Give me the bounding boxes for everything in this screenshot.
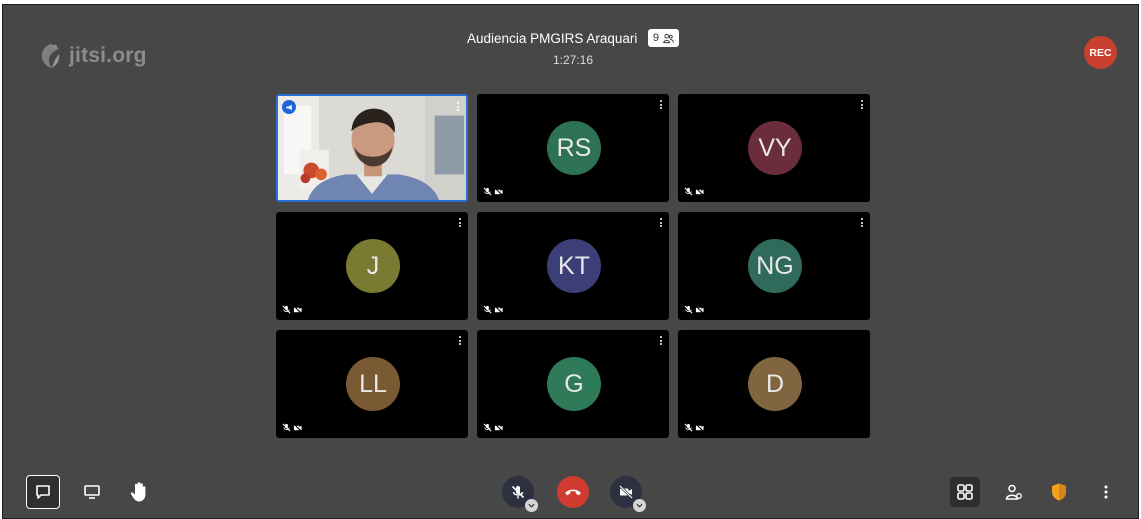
avatar: J [346,239,400,293]
microphone-muted-icon [684,423,693,432]
more-options-button[interactable] [1093,479,1119,505]
hangup-icon [565,489,581,496]
camera-toggle-button[interactable] [610,476,646,512]
dominant-speaker-badge [282,100,296,114]
tile-status [684,187,704,196]
tile-menu-icon[interactable] [459,336,462,347]
microphone-muted-icon [282,423,291,432]
microphone-muted-icon [483,187,492,196]
raise-hand-button[interactable] [125,478,153,506]
video-tile[interactable]: J [276,212,468,320]
screen-share-icon [84,485,100,499]
tile-view-button[interactable] [950,477,980,507]
camera-off-icon [293,423,302,432]
participant-count: 9 [652,32,659,44]
tile-menu-icon[interactable] [660,100,663,111]
tile-view-icon [957,484,973,500]
chat-button[interactable] [26,475,60,509]
camera-off-icon [695,305,704,314]
camera-off-icon [293,305,302,314]
camera-off-icon [494,423,503,432]
video-tile[interactable]: RS [477,94,669,202]
tile-menu-icon[interactable] [660,336,663,347]
tile-status [684,423,704,432]
invite-people-button[interactable] [1001,479,1027,505]
microphone-muted-icon [483,305,492,314]
microphone-muted-icon [684,305,693,314]
chevron-down-icon [636,503,643,508]
video-tile[interactable]: D [678,330,870,438]
tile-menu-icon[interactable] [459,218,462,229]
meeting-stage: jitsi.org Audiencia PMGIRS Araquari 9 1:… [2,4,1139,519]
avatar: G [547,357,601,411]
tile-status [483,187,503,196]
avatar: VY [748,121,802,175]
camera-off-icon [695,423,704,432]
security-shield-icon [1052,483,1066,501]
jitsi-logo: jitsi.org [35,41,147,71]
participants-icon [663,33,674,43]
microphone-muted-icon [511,485,525,499]
avatar: KT [547,239,601,293]
tile-status [483,305,503,314]
video-tile[interactable]: G [477,330,669,438]
security-options-button[interactable] [1046,479,1072,505]
tile-menu-icon[interactable] [660,218,663,229]
tile-status [282,423,302,432]
microphone-muted-icon [282,305,291,314]
invite-icon [1005,484,1022,500]
meeting-title: Audiencia PMGIRS Araquari [467,30,638,46]
video-tile[interactable]: KT [477,212,669,320]
tile-status [684,305,704,314]
speaker-video-feed [278,96,466,200]
camera-off-icon [494,187,503,196]
tile-status [483,423,503,432]
chat-icon [36,485,50,499]
megaphone-icon [285,104,292,110]
avatar: LL [346,357,400,411]
jitsi-logo-icon [41,44,60,68]
screen-share-button[interactable] [79,479,105,505]
more-options-icon [1104,485,1108,499]
recording-badge: REC [1084,36,1117,69]
video-tile[interactable]: NG [678,212,870,320]
camera-off-icon [494,305,503,314]
avatar: NG [748,239,802,293]
raise-hand-icon [130,482,146,502]
microphone-toggle-button[interactable] [502,476,538,512]
microphone-muted-icon [483,423,492,432]
meeting-timer: 1:27:16 [552,53,594,68]
video-tile[interactable]: VY [678,94,870,202]
conference-info: Audiencia PMGIRS Araquari 9 1:27:16 [443,29,703,67]
chevron-down-icon [528,503,535,508]
video-tile-speaker[interactable] [276,94,468,202]
tile-status [282,305,302,314]
camera-off-icon [695,187,704,196]
microphone-muted-icon [684,187,693,196]
tile-menu-icon[interactable] [861,218,864,229]
logo-text: jitsi.org [69,44,147,67]
hangup-button[interactable] [557,476,589,508]
camera-off-icon [619,485,633,499]
video-tile[interactable]: LL [276,330,468,438]
avatar: D [748,357,802,411]
audio-settings-caret[interactable] [525,499,538,512]
tile-menu-icon[interactable] [861,100,864,111]
avatar: RS [547,121,601,175]
tile-menu-icon[interactable] [457,102,460,113]
participant-count-badge[interactable]: 9 [647,29,679,47]
video-settings-caret[interactable] [633,499,646,512]
